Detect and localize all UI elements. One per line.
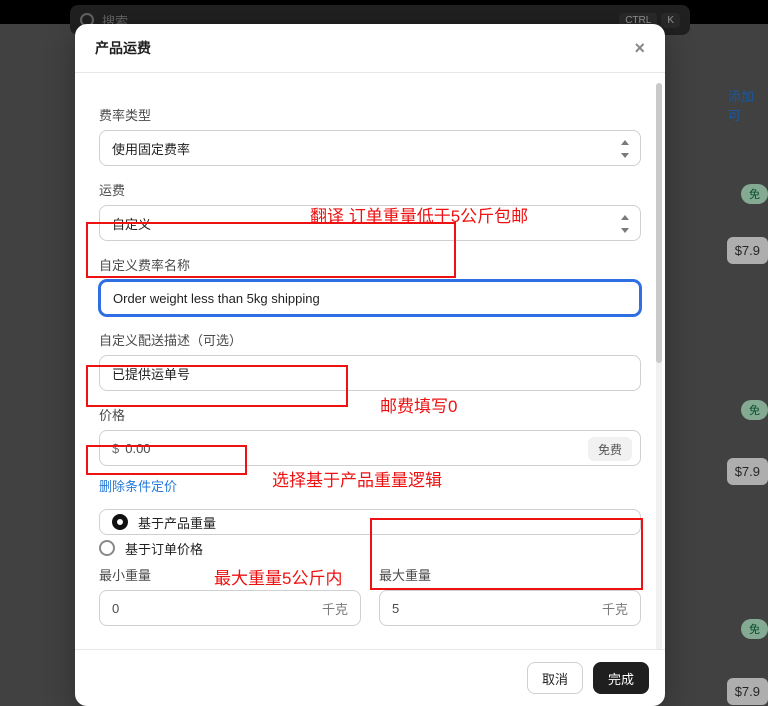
max-weight-input[interactable]: 5 千克: [379, 590, 641, 626]
shipping-rate-modal: 产品运费 × 费率类型 使用固定费率 运费 自定义 自定义费率名称 自定义配送描…: [75, 24, 665, 706]
custom-name-label: 自定义费率名称: [99, 255, 641, 274]
preview-label: 结账预览: [99, 646, 641, 649]
min-weight-input[interactable]: 0 千克: [99, 590, 361, 626]
chevron-updown-icon: [618, 137, 632, 161]
max-weight-label: 最大重量: [379, 565, 641, 584]
rate-type-select[interactable]: 使用固定费率: [99, 130, 641, 166]
cancel-label: 取消: [542, 669, 568, 688]
radio-dot-selected-icon: [112, 514, 128, 530]
modal-header: 产品运费 ×: [75, 24, 665, 73]
price-value: 0.00: [125, 441, 150, 456]
condition-radios: 基于产品重量 基于订单价格: [99, 509, 641, 561]
price-input[interactable]: $ 0.00 免费: [99, 430, 641, 466]
done-button[interactable]: 完成: [593, 662, 649, 694]
shipping-select[interactable]: 自定义: [99, 205, 641, 241]
remove-condition-link[interactable]: 删除条件定价: [99, 476, 177, 495]
custom-desc-input[interactable]: [99, 355, 641, 391]
shipping-label: 运费: [99, 180, 641, 199]
radio-by-weight[interactable]: 基于产品重量: [99, 509, 641, 535]
close-icon[interactable]: ×: [634, 39, 645, 57]
weight-unit: 千克: [602, 599, 628, 618]
radio-price-label: 基于订单价格: [125, 539, 203, 558]
free-pill: 免费: [588, 437, 632, 461]
chevron-updown-icon: [618, 212, 632, 236]
shipping-value: 自定义: [112, 214, 151, 233]
price-label: 价格: [99, 405, 641, 424]
radio-by-price[interactable]: 基于订单价格: [99, 535, 641, 561]
max-weight-value: 5: [392, 601, 399, 616]
currency-symbol: $: [112, 441, 119, 456]
done-label: 完成: [608, 669, 634, 688]
radio-weight-label: 基于产品重量: [138, 513, 216, 532]
scrollbar-thumb[interactable]: [656, 83, 662, 363]
rate-type-value: 使用固定费率: [112, 139, 190, 158]
custom-desc-label: 自定义配送描述（可选）: [99, 330, 641, 349]
min-weight-value: 0: [112, 601, 119, 616]
cancel-button[interactable]: 取消: [527, 662, 583, 694]
modal-footer: 取消 完成: [75, 649, 665, 706]
custom-name-input[interactable]: [99, 280, 641, 316]
min-weight-label: 最小重量: [99, 565, 361, 584]
radio-dot-empty-icon: [99, 540, 115, 556]
weight-unit: 千克: [322, 599, 348, 618]
modal-title: 产品运费: [95, 38, 151, 58]
modal-body: 费率类型 使用固定费率 运费 自定义 自定义费率名称 自定义配送描述（可选） 价…: [75, 73, 665, 649]
rate-type-label: 费率类型: [99, 105, 641, 124]
